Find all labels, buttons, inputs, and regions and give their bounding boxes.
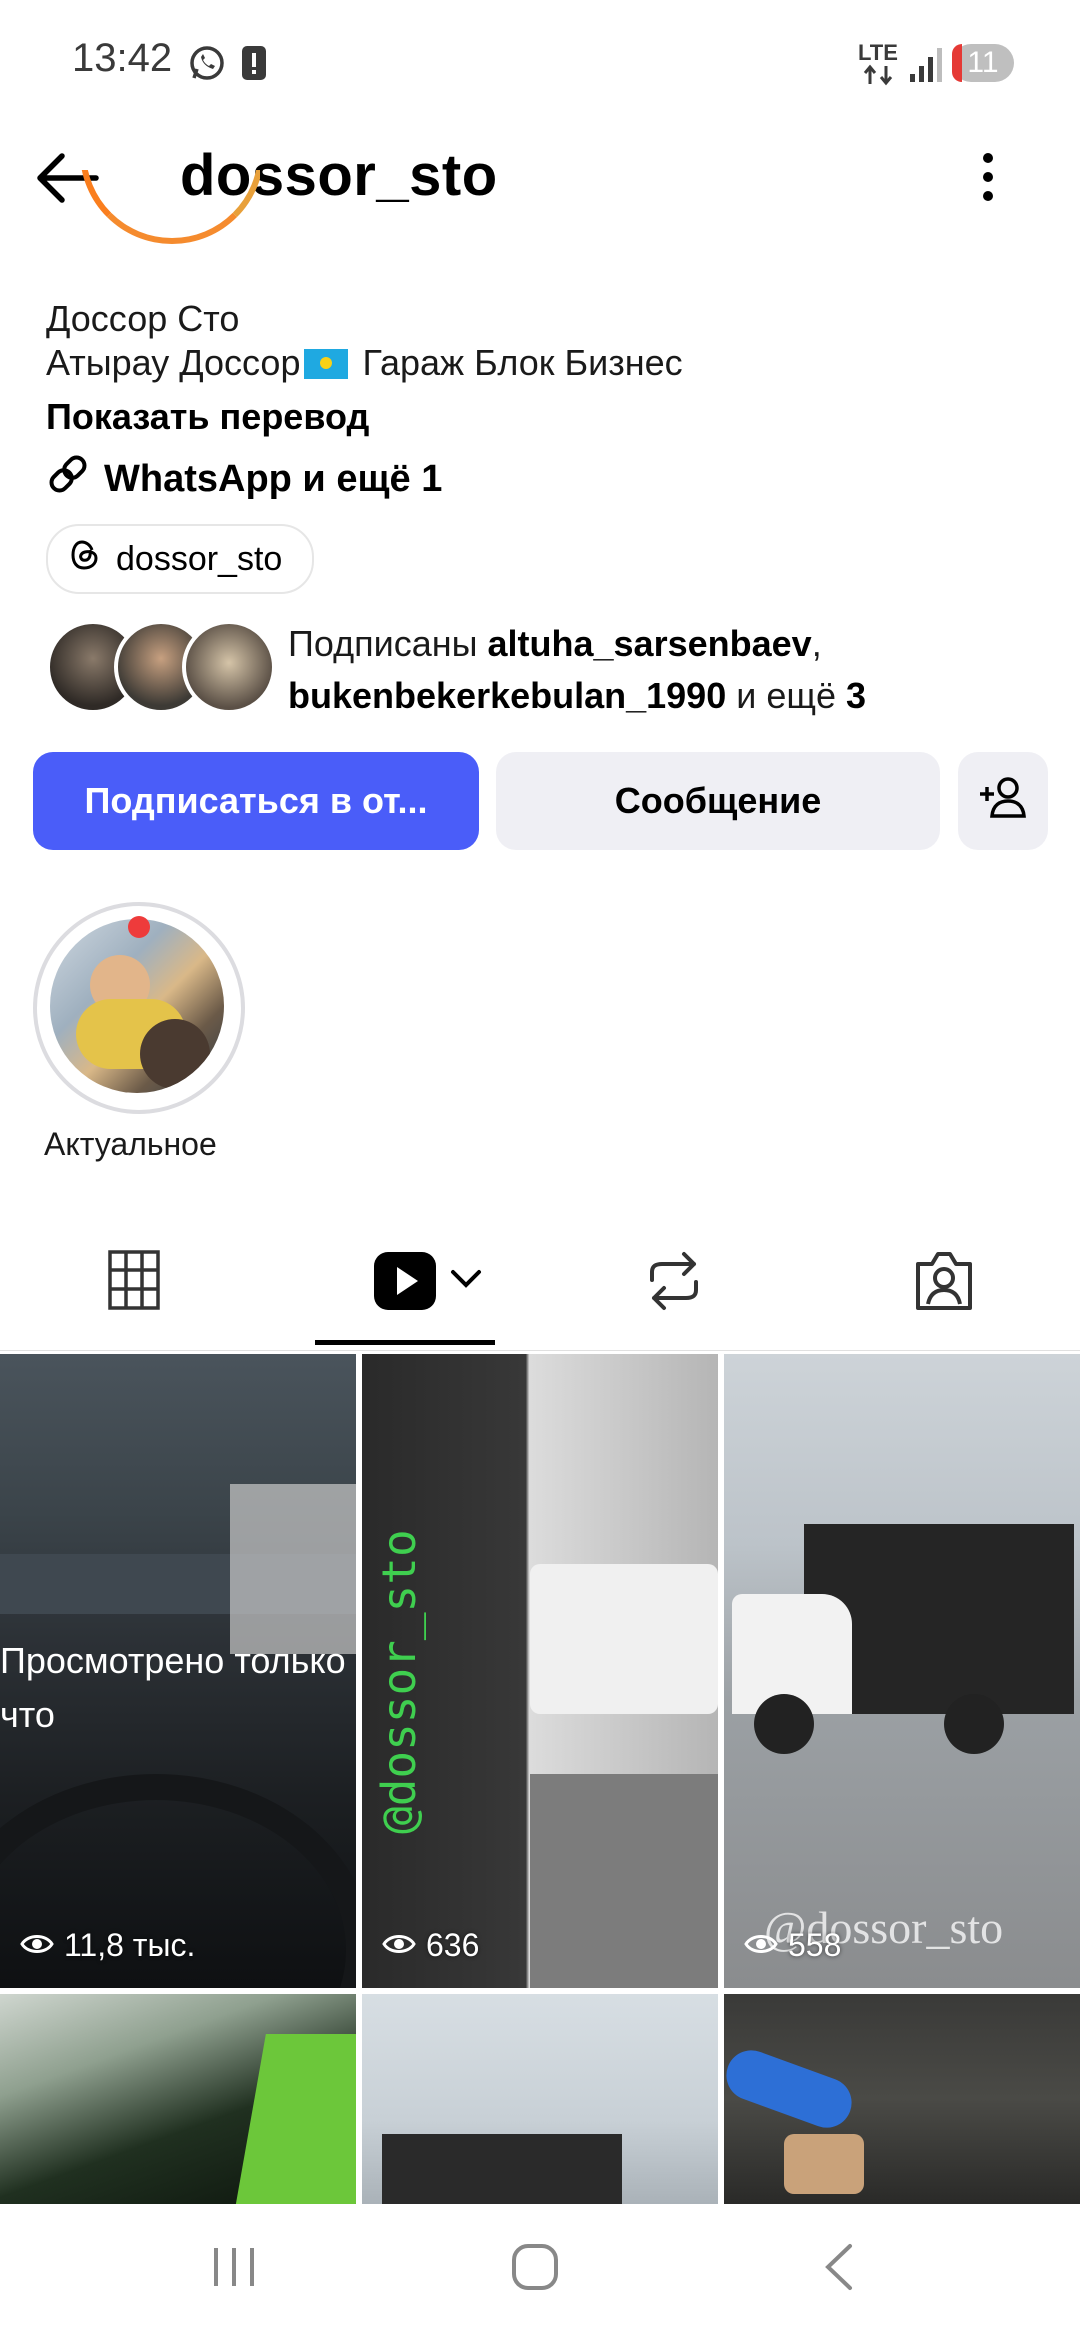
signal-icon bbox=[910, 48, 942, 87]
home-icon[interactable] bbox=[510, 2242, 560, 2297]
reel-thumbnail[interactable] bbox=[0, 1994, 356, 2204]
back-nav-icon[interactable] bbox=[820, 2242, 856, 2297]
network-type: LTE bbox=[858, 40, 898, 65]
link-icon bbox=[46, 452, 90, 506]
tagged-icon[interactable] bbox=[912, 1250, 976, 1317]
kazakhstan-flag-icon bbox=[304, 349, 349, 379]
reels-icon[interactable] bbox=[372, 1250, 438, 1317]
chevron-down-icon[interactable] bbox=[450, 1268, 482, 1295]
eye-icon bbox=[744, 1927, 778, 1964]
profile-name: Доссор Сто bbox=[46, 298, 240, 339]
system-navigation-bar bbox=[0, 2204, 1080, 2340]
grid-icon[interactable] bbox=[108, 1250, 160, 1315]
story-highlight-cover[interactable] bbox=[50, 919, 224, 1093]
heart-sticker-icon bbox=[128, 916, 150, 938]
view-count: 558 bbox=[744, 1927, 841, 1964]
eye-icon bbox=[382, 1927, 416, 1964]
alert-icon bbox=[240, 44, 268, 87]
profile-links[interactable]: WhatsApp и ещё 1 bbox=[46, 452, 442, 506]
links-label: WhatsApp и ещё 1 bbox=[104, 457, 443, 500]
reel-thumbnail[interactable]: @dossor_sto 558 bbox=[724, 1354, 1080, 1988]
suggest-users-button[interactable] bbox=[958, 752, 1048, 850]
active-tab-indicator bbox=[315, 1340, 495, 1345]
reel-thumbnail[interactable] bbox=[724, 1994, 1080, 2204]
add-person-icon bbox=[978, 776, 1028, 827]
whatsapp-icon bbox=[188, 44, 226, 87]
data-arrows-icon bbox=[862, 64, 898, 91]
battery-indicator: 11 bbox=[952, 44, 1014, 82]
threads-handle: dossor_sto bbox=[116, 539, 283, 578]
more-options-icon[interactable] bbox=[980, 152, 996, 207]
view-count: 11,8 тыс. bbox=[20, 1927, 195, 1964]
mutual-followers-text[interactable]: Подписаны altuha_sarsenbaev, bukenbekerk… bbox=[288, 618, 866, 722]
profile-bio: Атырау Доссор Гараж Блок Бизнес bbox=[46, 342, 683, 383]
message-button[interactable]: Сообщение bbox=[496, 752, 940, 850]
follower-avatar bbox=[182, 620, 276, 714]
mutual-followers-avatars[interactable] bbox=[46, 620, 276, 714]
reel-thumbnail[interactable]: Просмотрено только что 11,8 тыс. bbox=[0, 1354, 356, 1988]
reel-thumbnail[interactable]: @dossor_sto 636 bbox=[362, 1354, 718, 1988]
show-translation-link[interactable]: Показать перевод bbox=[46, 396, 369, 438]
repost-icon[interactable] bbox=[646, 1250, 702, 1317]
recent-apps-icon[interactable] bbox=[210, 2244, 258, 2295]
view-count: 636 bbox=[382, 1927, 479, 1964]
threads-icon bbox=[70, 539, 100, 580]
watermark-text: @dossor_sto bbox=[372, 1529, 426, 1834]
follow-back-button[interactable]: Подписаться в от... bbox=[33, 752, 479, 850]
reel-thumbnail[interactable] bbox=[362, 1994, 718, 2204]
profile-avatar[interactable] bbox=[80, 170, 260, 280]
tab-divider bbox=[0, 1350, 1080, 1351]
threads-badge[interactable]: dossor_sto bbox=[46, 524, 315, 594]
status-time: 13:42 bbox=[72, 36, 173, 80]
eye-icon bbox=[20, 1927, 54, 1964]
seen-label: Просмотрено только что bbox=[0, 1640, 346, 1735]
highlight-label: Актуальное bbox=[44, 1126, 217, 1162]
